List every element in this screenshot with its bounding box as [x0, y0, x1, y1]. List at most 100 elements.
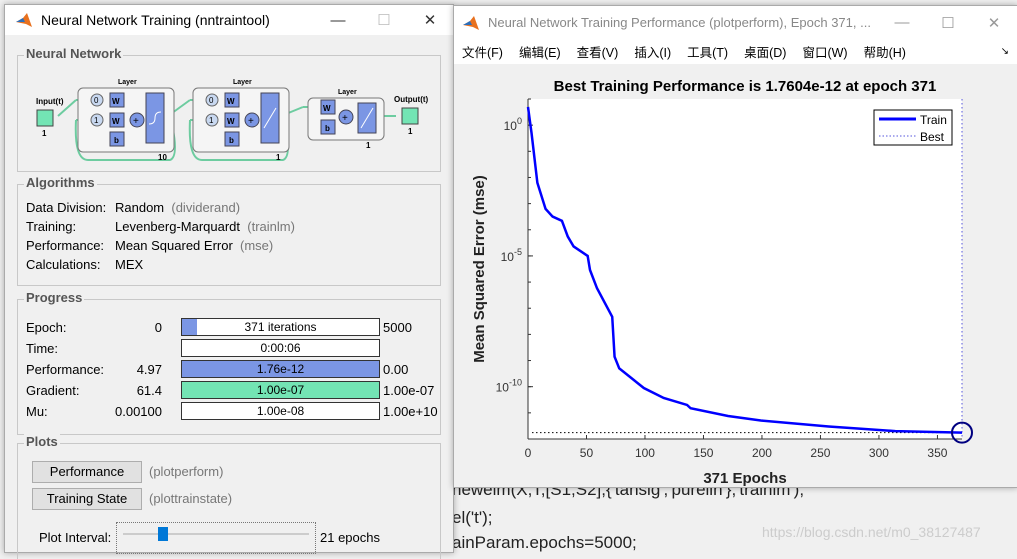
legend-train-label: Train: [920, 113, 947, 127]
window-title: Neural Network Training (nntraintool): [41, 12, 270, 28]
menu-item[interactable]: 帮助(H): [864, 42, 906, 61]
layer-2: Layer 0 1 W W b + 1: [192, 79, 290, 162]
menu-item[interactable]: 工具(T): [687, 42, 728, 61]
slider-thumb[interactable]: [158, 527, 169, 541]
tick-base: 10: [496, 381, 510, 395]
x-tick-label: 300: [869, 446, 889, 460]
title-bar: Neural Network Training Performance (plo…: [454, 6, 1017, 39]
tick-base: 10: [504, 119, 518, 133]
input-block: [36, 109, 54, 127]
algorithm-name: Mean Squared Error: [115, 238, 233, 253]
svg-text:b: b: [325, 124, 330, 133]
legend-best-label: Best: [920, 130, 945, 144]
svg-text:1: 1: [209, 116, 214, 125]
maximize-button[interactable]: ☐: [925, 6, 971, 39]
close-button[interactable]: ✕: [971, 6, 1017, 39]
progress-bar: 0:00:06: [181, 339, 380, 357]
tick-exponent: -10: [509, 378, 522, 388]
x-tick-label: 150: [693, 446, 713, 460]
progress-label: Performance:: [26, 362, 105, 377]
matlab-logo-icon: [16, 13, 32, 27]
svg-text:0: 0: [94, 96, 99, 105]
algorithm-label: Calculations:: [26, 257, 101, 272]
svg-text:+: +: [248, 116, 254, 127]
svg-text:1: 1: [366, 141, 371, 150]
algorithms-panel: Algorithms Data Division: Random (divide…: [17, 175, 441, 286]
plot-interval-value: 21 epochs: [320, 530, 380, 545]
svg-text:W: W: [227, 117, 235, 126]
algorithm-function: (trainlm): [247, 219, 295, 234]
performance-chart: Best Training Performance is 1.7604e-12 …: [471, 78, 973, 487]
neural-network-panel: Neural Network Input(t) 1 Layer 0 1 W W …: [17, 46, 441, 172]
output-label: Output(t): [394, 95, 429, 104]
x-axis-label: 371 Epochs: [703, 470, 786, 487]
progress-end: 1.00e-07: [383, 383, 435, 398]
menu-item[interactable]: 文件(F): [462, 42, 503, 61]
performance-plot-button[interactable]: Performance: [32, 461, 142, 483]
svg-text:W: W: [112, 117, 120, 126]
x-tick-label: 100: [635, 446, 655, 460]
progress-start: 0.00100: [115, 404, 162, 419]
svg-text:+: +: [133, 116, 139, 127]
panel-title: Algorithms: [24, 175, 97, 190]
background-code-line: el('t');: [452, 508, 493, 527]
tick-exponent: -5: [514, 247, 522, 257]
network-diagram: Input(t) 1 Layer 0 1 W W b + 10 Layer 0 …: [36, 79, 429, 162]
tick-exponent: 0: [517, 116, 522, 126]
plot-function: (plotperform): [149, 464, 224, 479]
progress-current: 1.00e-07: [256, 383, 305, 397]
dock-arrow-icon[interactable]: ↘: [1001, 46, 1009, 57]
menu-item[interactable]: 窗口(W): [802, 42, 847, 61]
training-state-plot-button[interactable]: Training State: [32, 488, 142, 510]
layer-label: Layer: [118, 79, 137, 86]
svg-text:Layer: Layer: [338, 89, 357, 96]
minimize-button[interactable]: —: [879, 6, 925, 39]
svg-text:1: 1: [276, 153, 281, 162]
menu-item[interactable]: 编辑(E): [519, 42, 561, 61]
algorithm-name: MEX: [115, 257, 144, 272]
title-bar: Neural Network Training (nntraintool) — …: [5, 5, 453, 35]
minimize-button[interactable]: —: [315, 5, 361, 35]
algorithm-value: MEX: [115, 257, 150, 272]
menu-item[interactable]: 插入(I): [634, 42, 671, 61]
x-tick-label: 50: [580, 446, 594, 460]
y-tick-label: 10-5: [501, 247, 522, 264]
progress-bar: 1.76e-12: [181, 360, 380, 378]
input-size: 1: [42, 129, 47, 138]
progress-start: 61.4: [136, 383, 162, 398]
menu-item[interactable]: 查看(V): [577, 42, 619, 61]
progress-end: 1.00e+10: [383, 404, 438, 419]
progress-bar: 371 iterations: [181, 318, 380, 336]
matlab-logo-icon: [463, 15, 479, 30]
watermark: https://blog.csdn.net/m0_38127487: [762, 524, 981, 540]
progress-label: Gradient:: [26, 383, 80, 398]
close-button[interactable]: ✕: [407, 5, 453, 35]
algorithm-value: Mean Squared Error (mse): [115, 238, 273, 253]
progress-start: 0: [154, 320, 162, 335]
progress-current: 1.76e-12: [256, 362, 305, 376]
tick-base: 10: [501, 250, 515, 264]
algorithm-value: Random (dividerand): [115, 200, 240, 215]
progress-end: 5000: [383, 320, 412, 335]
svg-text:Layer: Layer: [233, 79, 252, 86]
progress-fill: [182, 319, 197, 335]
svg-text:0: 0: [209, 96, 214, 105]
nntraintool-window: Neural Network Training (nntraintool) — …: [4, 4, 454, 559]
slider-track: [123, 533, 309, 535]
panel-title: Progress: [24, 290, 85, 305]
progress-current: 0:00:06: [260, 341, 301, 355]
plot-interval-label: Plot Interval:: [39, 530, 112, 545]
y-tick-label: 10-10: [496, 378, 522, 395]
algorithm-name: Random: [115, 200, 165, 215]
svg-text:1: 1: [94, 116, 99, 125]
plots-panel: Plots Performance (plotperform) Training…: [17, 434, 441, 559]
layer-1: Layer 0 1 W W b + 10: [77, 79, 175, 162]
maximize-button[interactable]: ☐: [361, 5, 407, 35]
layer-3: Layer W b + 1: [307, 89, 385, 150]
svg-text:b: b: [229, 136, 234, 145]
algorithm-name: Levenberg-Marquardt: [115, 219, 241, 234]
progress-bar: 1.00e-07: [181, 381, 380, 399]
svg-text:b: b: [114, 136, 119, 145]
menu-item[interactable]: 桌面(D): [744, 42, 786, 61]
plot-interval-slider[interactable]: [116, 522, 316, 554]
